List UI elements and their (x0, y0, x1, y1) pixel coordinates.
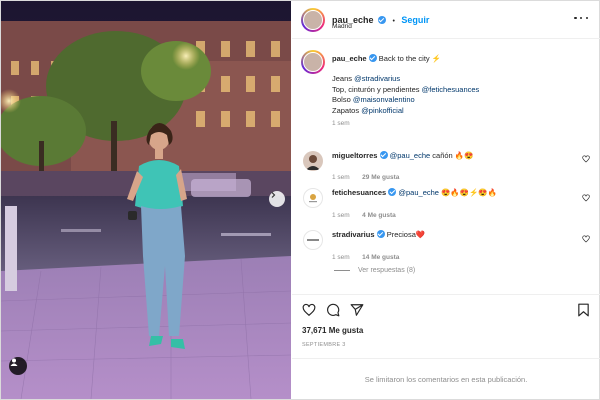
post-actions: 37,671 Me gusta SEPTIEMBRE 3 (292, 295, 600, 359)
verified-badge-icon (379, 151, 388, 159)
mention-link[interactable]: @pinkofficial (361, 106, 404, 115)
caption-author-avatar[interactable] (303, 52, 323, 72)
mention-link[interactable]: @pau_eche (390, 151, 431, 160)
bookmark-icon[interactable] (577, 303, 590, 317)
comment-timestamp: 1 sem (332, 254, 350, 261)
caption-line: Bolso @maisonvalentino (332, 95, 415, 104)
comment-meta: 1 sem 14 Me gusta (332, 246, 399, 264)
more-horizontal-icon (574, 16, 577, 20)
next-photo-button[interactable] (269, 191, 285, 207)
post-date: SEPTIEMBRE 3 (302, 342, 346, 348)
mention-link[interactable]: @maisonvalentino (353, 95, 415, 104)
commenter-avatar[interactable] (303, 188, 323, 208)
comment-username[interactable]: stradivarius (332, 230, 375, 239)
caption-username[interactable]: pau_eche (332, 54, 367, 63)
comment-meta: 1 sem 29 Me gusta (332, 166, 399, 184)
commenter-avatar[interactable] (303, 151, 323, 171)
caption: pau_eche Back to the city ⚡ Jeans @strad… (332, 54, 587, 127)
comment-likes[interactable]: 4 Me gusta (362, 212, 396, 219)
street-scene-image (1, 1, 291, 399)
comment-likes[interactable]: 29 Me gusta (362, 174, 399, 181)
post-photo[interactable] (1, 1, 291, 399)
post-side-panel: pau_eche • Seguir Madrid pau_eche Back t… (292, 1, 600, 399)
author-avatar[interactable] (303, 10, 323, 30)
mention-link[interactable]: @pau_eche (398, 188, 439, 197)
follow-button[interactable]: Seguir (401, 15, 429, 25)
view-replies-label: Ver respuestas (8) (358, 267, 416, 274)
location-link[interactable]: Madrid (332, 23, 352, 30)
share-icon[interactable] (350, 303, 364, 317)
caption-line: Top, cinturón y pendientes @fetichesuanc… (332, 84, 480, 94)
caption-emoji: ⚡ (431, 54, 442, 63)
comment-likes[interactable]: 14 Me gusta (362, 254, 399, 261)
heart-icon[interactable] (582, 194, 590, 202)
comment-text: 😍🔥😍⚡😍🔥 (438, 188, 498, 197)
tagged-user-icon (10, 358, 18, 366)
chevron-right-icon (271, 192, 276, 198)
post-header: pau_eche • Seguir Madrid (292, 1, 600, 39)
verified-badge-icon (376, 230, 385, 238)
instagram-post-dialog: pau_eche • Seguir Madrid pau_eche Back t… (0, 0, 600, 400)
comment-timestamp: 1 sem (332, 212, 350, 219)
mention-link[interactable]: @fetichesuances (422, 85, 480, 94)
view-replies-button[interactable]: Ver respuestas (8) (334, 267, 415, 274)
comments-section: pau_eche Back to the city ⚡ Jeans @strad… (292, 39, 600, 295)
commenter-avatar[interactable] (303, 230, 323, 250)
comment-body: migueltorres @pau_eche cañón 🔥😍 (332, 151, 473, 160)
comment-text: Preciosa❤️ (386, 230, 426, 239)
comments-limited-notice: Se limitaron los comentarios en esta pub… (364, 374, 528, 384)
comment-text: cañón 🔥😍 (430, 151, 474, 160)
caption-line: Jeans @stradivarius (332, 74, 401, 83)
comment-username[interactable]: migueltorres (332, 151, 377, 160)
verified-badge-icon (368, 54, 377, 62)
verified-badge-icon (388, 188, 397, 196)
caption-timestamp: 1 sem (332, 120, 350, 127)
more-options-button[interactable] (574, 14, 588, 22)
mention-link[interactable]: @stradivarius (354, 74, 400, 83)
more-horizontal-icon (585, 16, 588, 20)
more-horizontal-icon (579, 16, 583, 20)
heart-icon[interactable] (582, 155, 590, 163)
comment-icon[interactable] (326, 303, 340, 317)
separator-dot: • (392, 18, 395, 25)
comment-username[interactable]: fetichesuances (332, 188, 386, 197)
heart-icon[interactable] (302, 303, 316, 317)
comment-timestamp: 1 sem (332, 174, 350, 181)
replies-divider (334, 270, 350, 271)
caption-text: Back to the city (378, 54, 430, 63)
heart-icon[interactable] (582, 235, 590, 243)
tagged-users-button[interactable] (9, 357, 27, 375)
comment-body: fetichesuances @pau_eche 😍🔥😍⚡😍🔥 (332, 188, 497, 197)
likes-count[interactable]: 37,671 Me gusta (302, 326, 363, 335)
verified-badge-icon (377, 16, 386, 24)
caption-line: Zapatos @pinkofficial (332, 105, 404, 115)
comment-body: stradivarius Preciosa❤️ (332, 230, 425, 239)
comment-meta: 1 sem 4 Me gusta (332, 204, 396, 222)
